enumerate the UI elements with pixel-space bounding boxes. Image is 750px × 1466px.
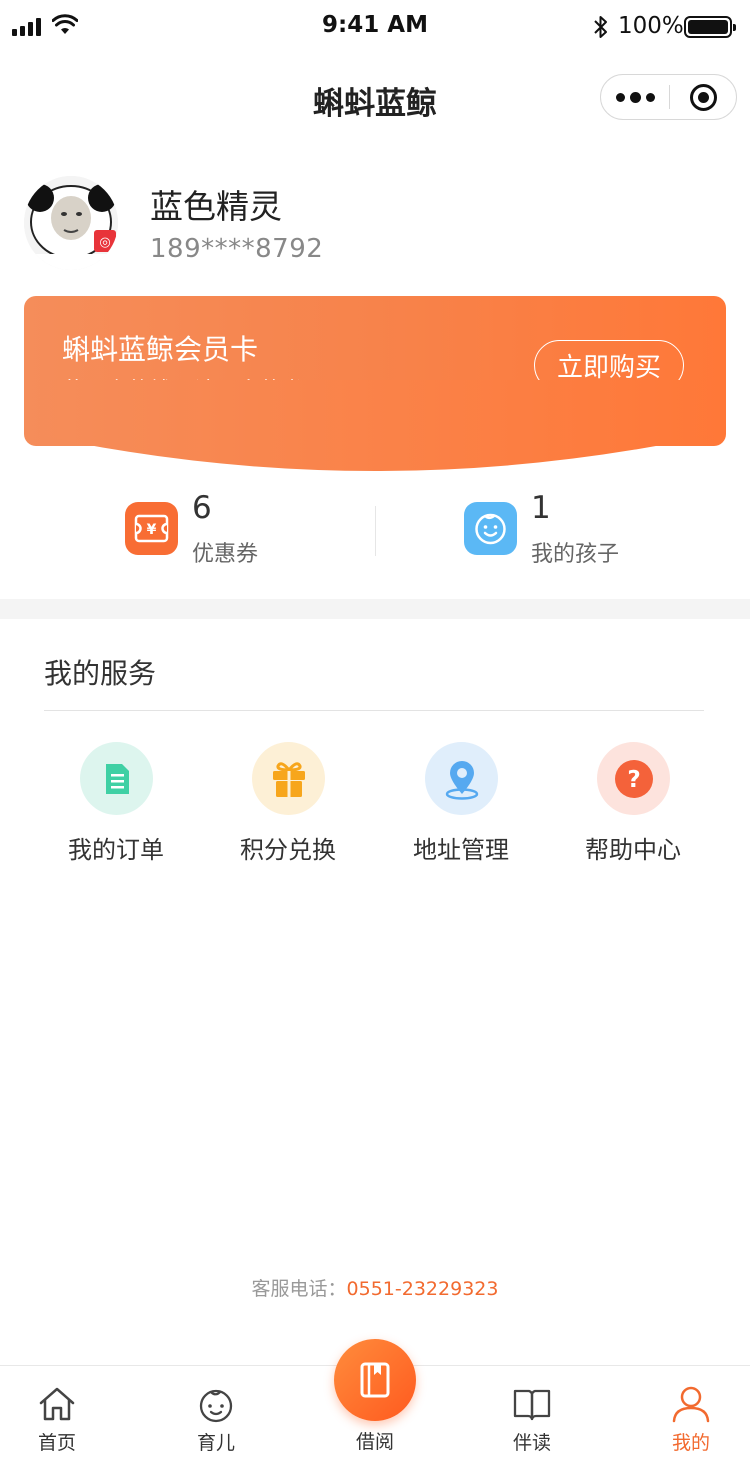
customer-service-hotline: 客服电话：0551-23229323 <box>0 1274 750 1301</box>
avatar-image: ◎ <box>24 176 118 270</box>
location-pin-icon <box>425 742 498 815</box>
avatar[interactable]: ◎ <box>24 176 118 270</box>
tab-borrow-button[interactable] <box>334 1339 416 1421</box>
capsule-divider <box>669 85 670 109</box>
child-face-icon <box>464 502 517 555</box>
service-help-center[interactable]: ? 帮助中心 <box>563 742 703 872</box>
service-label: 地址管理 <box>413 836 509 864</box>
hotline-number[interactable]: 0551-23229323 <box>347 1278 499 1300</box>
dot-icon <box>645 92 655 102</box>
children-stat[interactable]: 1 我的孩子 <box>464 490 664 570</box>
svg-text:?: ? <box>627 767 640 793</box>
tab-label: 首页 <box>37 1432 76 1454</box>
svg-text:¥: ¥ <box>147 522 157 538</box>
stats-divider <box>375 506 376 556</box>
tab-companion-reading[interactable]: 伴读 <box>472 1366 592 1466</box>
card-wave-decoration <box>0 380 750 471</box>
services-divider <box>44 710 704 711</box>
user-phone: 189****8792 <box>150 234 324 264</box>
open-book-icon <box>513 1389 551 1421</box>
tab-mine[interactable]: 我的 <box>631 1366 750 1466</box>
tab-label: 伴读 <box>512 1432 551 1454</box>
coupon-label: 优惠券 <box>192 542 259 567</box>
gift-icon <box>252 742 325 815</box>
user-name: 蓝色精灵 <box>150 187 282 226</box>
tab-home[interactable]: 首页 <box>0 1366 117 1466</box>
service-points-exchange[interactable]: 积分兑换 <box>218 742 358 872</box>
service-label: 积分兑换 <box>240 836 336 864</box>
service-label: 帮助中心 <box>585 836 681 864</box>
section-separator <box>0 599 750 619</box>
tab-parenting[interactable]: 育儿 <box>156 1366 276 1466</box>
user-icon <box>672 1386 710 1423</box>
service-my-orders[interactable]: 我的订单 <box>46 742 186 872</box>
status-bar: 9:41 AM 100% <box>0 0 750 56</box>
help-question-icon: ? <box>597 742 670 815</box>
coupon-icon: ¥ <box>125 502 178 555</box>
services-title: 我的服务 <box>44 657 157 690</box>
coupon-stat[interactable]: ¥ 6 优惠券 <box>125 490 325 570</box>
more-menu-button[interactable] <box>601 75 669 119</box>
home-icon <box>39 1387 75 1421</box>
tab-label: 借阅 <box>355 1431 394 1453</box>
bluetooth-icon <box>594 16 607 38</box>
tab-label: 育儿 <box>196 1432 235 1454</box>
dot-icon <box>629 91 641 103</box>
book-icon <box>360 1362 390 1398</box>
tab-label: 我的 <box>671 1432 710 1454</box>
dot-icon <box>615 92 625 102</box>
svg-text:◎: ◎ <box>99 235 110 250</box>
order-document-icon <box>80 742 153 815</box>
service-label: 我的订单 <box>68 836 164 864</box>
hotline-label: 客服电话： <box>251 1278 347 1300</box>
baby-icon <box>199 1389 233 1423</box>
member-card-title: 蝌蚪蓝鲸会员卡 <box>62 333 259 366</box>
battery-icon <box>684 16 736 38</box>
children-count: 1 <box>531 490 551 526</box>
coupon-count: 6 <box>192 490 212 526</box>
service-address-management[interactable]: 地址管理 <box>391 742 531 872</box>
battery-percent: 100% <box>618 13 684 39</box>
miniprogram-capsule <box>600 74 737 120</box>
children-label: 我的孩子 <box>531 542 620 567</box>
close-target-button[interactable] <box>690 84 717 111</box>
